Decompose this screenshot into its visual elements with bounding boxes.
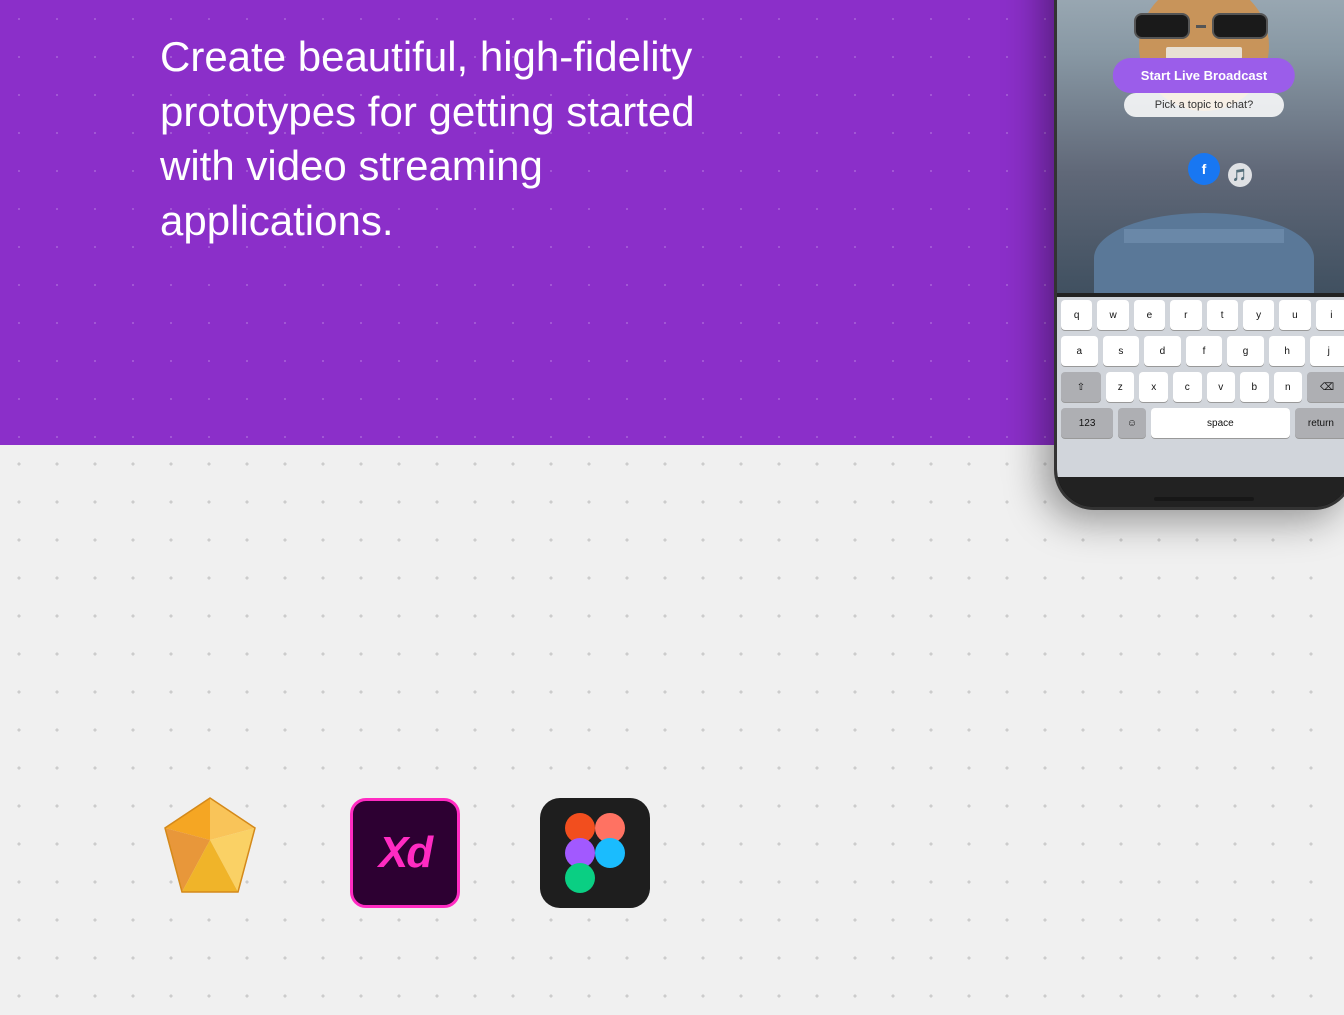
key-delete[interactable]: ⌫ [1307,372,1344,402]
key-d[interactable]: d [1144,336,1181,366]
key-z[interactable]: z [1106,372,1135,402]
key-t[interactable]: t [1207,300,1238,330]
keyboard-row-4: 123 ☺ space return [1057,405,1344,441]
xd-label: Xd [379,828,431,878]
key-x[interactable]: x [1139,372,1168,402]
key-r[interactable]: r [1170,300,1201,330]
key-s[interactable]: s [1103,336,1140,366]
fb-f-letter: f [1202,161,1207,177]
key-v[interactable]: v [1207,372,1236,402]
figma-icon [540,798,650,908]
hero-heading: Create beautiful, high-fidelity prototyp… [160,30,720,248]
key-w[interactable]: w [1097,300,1128,330]
key-b[interactable]: b [1240,372,1269,402]
keyboard-row-3: ⇧ z x c v b n ⌫ [1057,369,1344,405]
key-shift[interactable]: ⇧ [1061,372,1101,402]
phones-area: Russell Howell 16 Proven Techn... elp Yo… [1014,0,1344,735]
phone-main: 9:41 [1054,0,1344,510]
keyboard-row-1: q w e r t y u i [1057,297,1344,333]
live-btn-label: Start Live Broadcast [1141,68,1267,83]
key-123[interactable]: 123 [1061,408,1113,438]
key-u[interactable]: u [1279,300,1310,330]
start-live-broadcast-button[interactable]: Start Live Broadcast [1113,58,1295,93]
home-indicator [1154,497,1254,501]
topic-chat-bubble: Pick a topic to chat? [1124,93,1284,117]
key-c[interactable]: c [1173,372,1202,402]
key-q[interactable]: q [1061,300,1092,330]
key-h[interactable]: h [1269,336,1306,366]
key-f[interactable]: f [1186,336,1223,366]
key-space[interactable]: space [1151,408,1290,438]
photo-area: Pick a topic to chat? f 🎵 Start Live Bro… [1057,0,1344,293]
key-g[interactable]: g [1227,336,1264,366]
adobe-xd-icon: Xd [350,798,460,908]
key-a[interactable]: a [1061,336,1098,366]
key-n[interactable]: n [1274,372,1303,402]
facebook-like-icon[interactable]: f [1188,153,1220,185]
key-y[interactable]: y [1243,300,1274,330]
photo-background [1057,0,1344,293]
sketch-icon [150,790,270,915]
phone-screen: 9:41 [1057,0,1344,507]
key-j[interactable]: j [1310,336,1344,366]
key-return[interactable]: return [1295,408,1344,438]
keyboard-row-2: a s d f g h j [1057,333,1344,369]
keyboard: q w e r t y u i a s d f g h j [1057,297,1344,477]
hero-text-block: Create beautiful, high-fidelity prototyp… [160,30,720,248]
key-e[interactable]: e [1134,300,1165,330]
key-emoji[interactable]: ☺ [1118,408,1146,438]
reaction-icon: 🎵 [1228,163,1252,187]
key-i[interactable]: i [1316,300,1344,330]
topic-text: Pick a topic to chat? [1155,99,1253,111]
app-icons-row: Xd [150,790,650,915]
